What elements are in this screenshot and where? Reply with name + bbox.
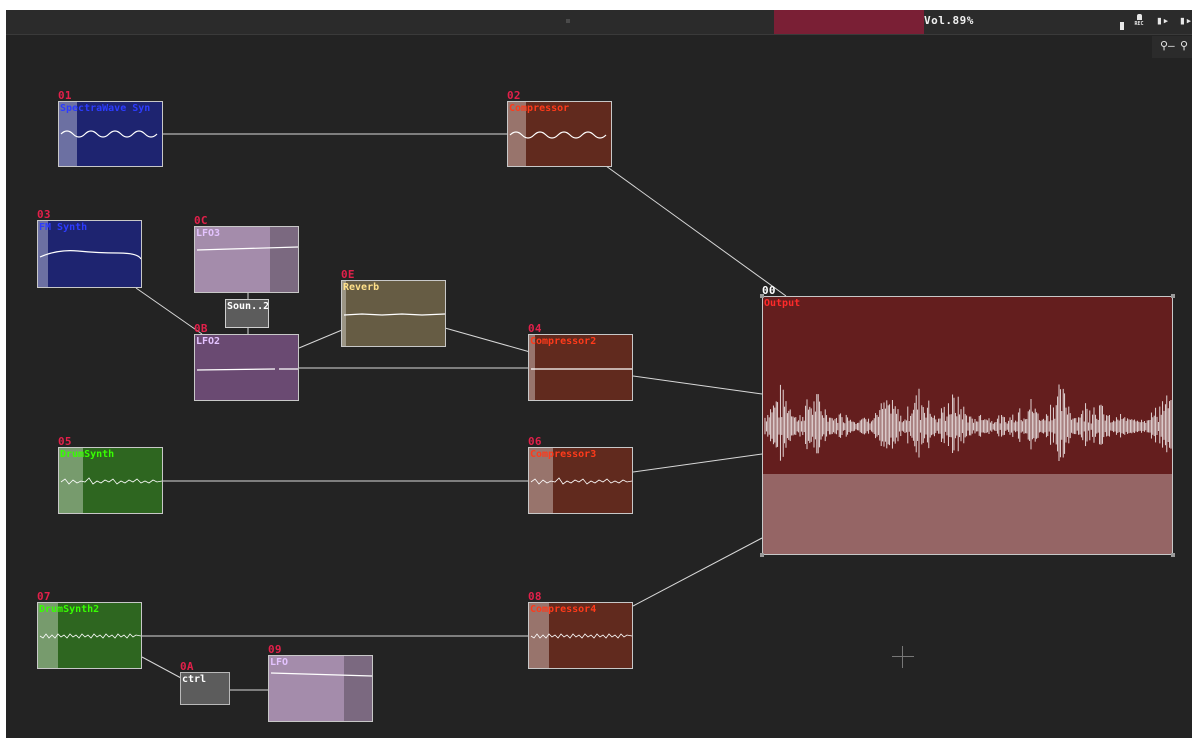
app-window: Vol.89% REC ▮▸ ▮▸ ⚲– ⚲ 01 SpectraWave Sy… [6, 10, 1192, 738]
node-body[interactable]: Reverb [341, 280, 446, 347]
node-compressor2[interactable]: 04 Compressor2 [528, 323, 633, 401]
node-id: 0E [341, 268, 355, 281]
node-title: Reverb [343, 282, 380, 293]
node-reverb[interactable]: 0E Reverb [341, 269, 446, 347]
node-compressor3[interactable]: 06 Compressor3 [528, 436, 633, 514]
output-waveform [764, 384, 1172, 461]
node-body[interactable]: DrumSynth [58, 447, 163, 514]
cable[interactable] [605, 165, 787, 297]
node-id: 05 [58, 435, 72, 448]
node-title: Compressor2 [530, 336, 597, 347]
node-title: FM Synth [39, 222, 88, 233]
node-ctrl[interactable]: 0A ctrl [180, 661, 230, 705]
node-id: 02 [507, 89, 521, 102]
node-body[interactable]: Compressor [507, 101, 612, 167]
node-id: 07 [37, 590, 51, 603]
node-title: Compressor4 [530, 604, 597, 615]
node-title: Compressor [509, 103, 570, 114]
node-body[interactable]: LFO2 [194, 334, 299, 401]
node-id: 09 [268, 643, 282, 656]
node-compressor4[interactable]: 08 Compressor4 [528, 591, 633, 669]
cable[interactable] [632, 537, 763, 607]
node-compressor[interactable]: 02 Compressor [507, 90, 612, 167]
node-id: 0B [194, 322, 208, 335]
node-lfo2[interactable]: 0B LFO2 [194, 323, 299, 401]
crosshair-cursor [892, 646, 914, 668]
node-title: Soun..2 [227, 301, 269, 312]
resize-handle[interactable] [1171, 294, 1175, 298]
cable[interactable] [298, 329, 343, 349]
resize-handle[interactable] [760, 294, 764, 298]
cable[interactable] [632, 375, 763, 395]
node-title: ctrl [182, 674, 207, 685]
node-body[interactable]: LFO3 [194, 226, 299, 293]
node-id: 00 [762, 284, 776, 297]
node-title: DrumSynth2 [39, 604, 100, 615]
resize-handle[interactable] [1171, 553, 1175, 557]
node-id: 01 [58, 89, 72, 102]
node-id: 04 [528, 322, 542, 335]
node-title: DrumSynth [60, 449, 115, 460]
node-title: LFO3 [196, 228, 221, 239]
node-body[interactable]: Compressor3 [528, 447, 633, 514]
node-spectrawave-synth[interactable]: 01 SpectraWave Syn [58, 90, 163, 167]
node-sound-2[interactable]: Soun..2 [225, 299, 269, 328]
node-title: LFO [270, 657, 289, 668]
node-title: SpectraWave Syn [60, 103, 151, 114]
node-body[interactable]: FM Synth [37, 220, 142, 288]
node-lfo3[interactable]: 0C LFO3 [194, 215, 299, 293]
cable[interactable] [444, 327, 531, 353]
node-body[interactable]: LFO [268, 655, 373, 722]
node-body[interactable]: ctrl [180, 672, 230, 705]
node-lfo[interactable]: 09 LFO [268, 644, 373, 722]
node-body[interactable]: SpectraWave Syn [58, 101, 163, 167]
cable[interactable] [141, 656, 182, 679]
node-id: 08 [528, 590, 542, 603]
node-drumsynth2[interactable]: 07 DrumSynth2 [37, 591, 142, 669]
node-body[interactable]: Compressor4 [528, 602, 633, 669]
node-output[interactable]: 00 Output [760, 285, 1175, 557]
resize-handle[interactable] [760, 553, 764, 557]
node-title: Compressor3 [530, 449, 597, 460]
cable[interactable] [632, 453, 763, 473]
cable[interactable] [135, 287, 203, 335]
node-id: 0C [194, 214, 208, 227]
node-body[interactable]: Compressor2 [528, 334, 633, 401]
node-body[interactable]: Soun..2 [225, 299, 269, 328]
node-id: 03 [37, 208, 51, 221]
node-body[interactable]: Output [762, 296, 1173, 555]
node-title: Output [764, 298, 801, 309]
node-title: LFO2 [196, 336, 221, 347]
node-drumsynth[interactable]: 05 DrumSynth [58, 436, 163, 514]
node-id: 06 [528, 435, 542, 448]
node-fm-synth[interactable]: 03 FM Synth [37, 209, 142, 288]
node-body[interactable]: DrumSynth2 [37, 602, 142, 669]
node-id: 0A [180, 660, 194, 673]
